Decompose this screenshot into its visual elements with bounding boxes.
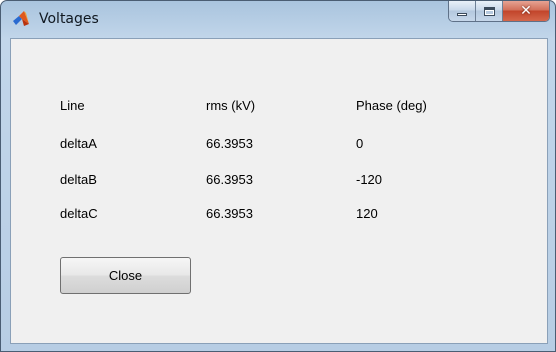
row-line: deltaA [60, 136, 97, 151]
voltages-window: Voltages ✕ Line rms (kV) Phase (deg) del… [0, 0, 556, 352]
row-phase: -120 [356, 172, 383, 187]
header-phase: Phase (deg) [356, 98, 427, 113]
close-button[interactable]: Close [60, 257, 191, 294]
row-line: deltaC [60, 206, 98, 221]
maximize-button[interactable] [476, 1, 503, 21]
row-rms: 66.3953 [206, 172, 253, 187]
row-line: deltaB [60, 172, 97, 187]
window-title: Voltages [39, 11, 99, 27]
title-bar[interactable]: Voltages ✕ [1, 1, 555, 38]
header-rms: rms (kV) [206, 98, 256, 113]
minimize-button[interactable] [449, 1, 476, 21]
row-phase: 0 [356, 136, 364, 151]
row-rms: 66.3953 [206, 206, 253, 221]
dialog-client-area: Line rms (kV) Phase (deg) deltaA 66.3953… [10, 38, 548, 344]
caption-buttons: ✕ [448, 1, 550, 22]
maximize-icon [483, 6, 495, 16]
header-line: Line [60, 98, 85, 113]
close-icon: ✕ [520, 3, 532, 19]
matlab-icon [13, 11, 29, 26]
minimize-icon [457, 12, 467, 16]
row-rms: 66.3953 [206, 136, 253, 151]
close-window-button[interactable]: ✕ [503, 1, 549, 21]
row-phase: 120 [356, 206, 378, 221]
